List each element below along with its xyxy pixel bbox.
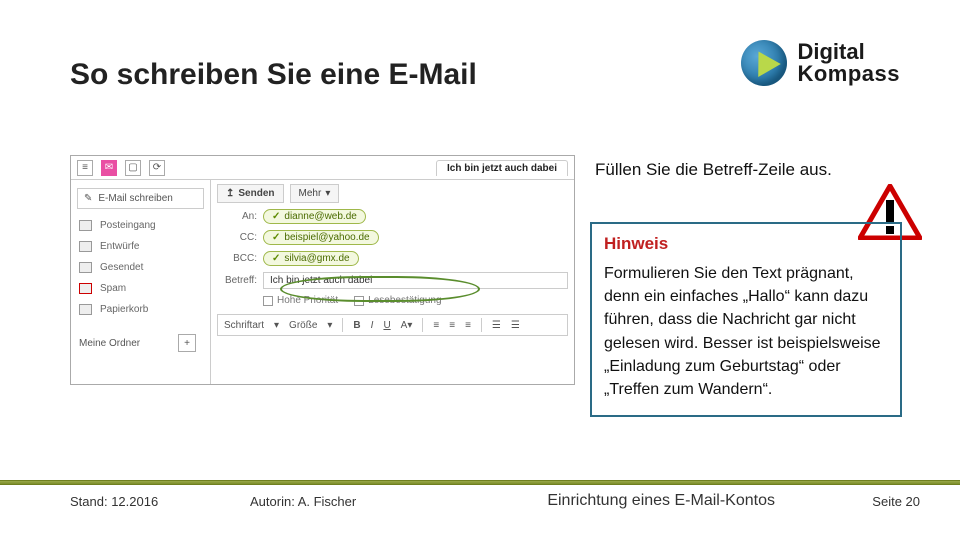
hint-body: Formulieren Sie den Text prägnant, denn … [604,262,888,401]
logo-line1: Digital [797,41,900,63]
logo-line2: Kompass [797,63,900,85]
folder-inbox: Posteingang [71,215,210,236]
subject-label: Betreff: [217,275,257,286]
footer-topic: Einrichtung eines E-Mail-Kontos [450,492,872,510]
compose-button: ✎ E-Mail schreiben [77,188,204,209]
footer-date: Stand: 12.2016 [70,494,250,509]
text-color-icon: A▾ [401,320,413,331]
to-label: An: [217,211,257,222]
footer-page: Seite 20 [872,494,920,509]
align-center-icon: ≡ [449,320,455,331]
receipt-option: Lesebestätigung [354,295,441,306]
hint-box: Hinweis Formulieren Sie den Text prägnan… [590,222,902,417]
compose-label: E-Mail schreiben [98,193,172,204]
to-chip: ✓dianne@web.de [263,209,366,224]
folder-spam: Spam [71,278,210,299]
subject-field: Ich bin jetzt auch dabei [263,272,568,289]
folder-trash: Papierkorb [71,299,210,320]
folder-drafts: Entwürfe [71,236,210,257]
my-folders-label: Meine Ordner [79,338,140,349]
priority-option: Hohe Priorität [263,295,338,306]
list-bullet-icon: ☰ [492,320,501,331]
send-button: ↥ Senden [217,184,284,203]
align-left-icon: ≡ [433,320,439,331]
cc-label: CC: [217,232,257,243]
menu-icon: ≡ [77,160,93,176]
format-toolbar: Schriftart▾ Größe▾ B I U A▾ ≡ ≡ ≡ ☰ ☰ [217,314,568,336]
cc-chip: ✓beispiel@yahoo.de [263,230,379,245]
underline-icon: U [383,320,390,331]
divider [0,480,960,485]
italic-icon: I [371,320,374,331]
instruction-text: Füllen Sie die Betreff-Zeile aus. [595,160,832,180]
slide-title: So schreiben Sie eine E-Mail [70,58,477,92]
hint-title: Hinweis [604,234,888,254]
email-client-screenshot: ≡ ✉ ▢ ⟳ Ich bin jetzt auch dabei ✎ E-Mai… [70,155,575,385]
align-right-icon: ≡ [465,320,471,331]
brand-logo: Digital Kompass [741,40,900,86]
bcc-chip: ✓silvia@gmx.de [263,251,359,266]
bcc-label: BCC: [217,253,257,264]
compose-tab: Ich bin jetzt auch dabei [436,160,568,176]
folder-sent: Gesendet [71,257,210,278]
compass-icon [741,40,787,86]
bold-icon: B [353,320,360,331]
add-folder-icon: + [178,334,196,352]
refresh-icon: ⟳ [149,160,165,176]
footer: Stand: 12.2016 Autorin: A. Fischer Einri… [0,492,960,510]
more-button: Mehr ▾ [290,184,340,203]
footer-author: Autorin: A. Fischer [250,494,450,509]
list-number-icon: ☰ [511,320,520,331]
pencil-icon: ✎ [84,193,92,204]
contacts-icon: ▢ [125,160,141,176]
mail-icon: ✉ [101,160,117,176]
